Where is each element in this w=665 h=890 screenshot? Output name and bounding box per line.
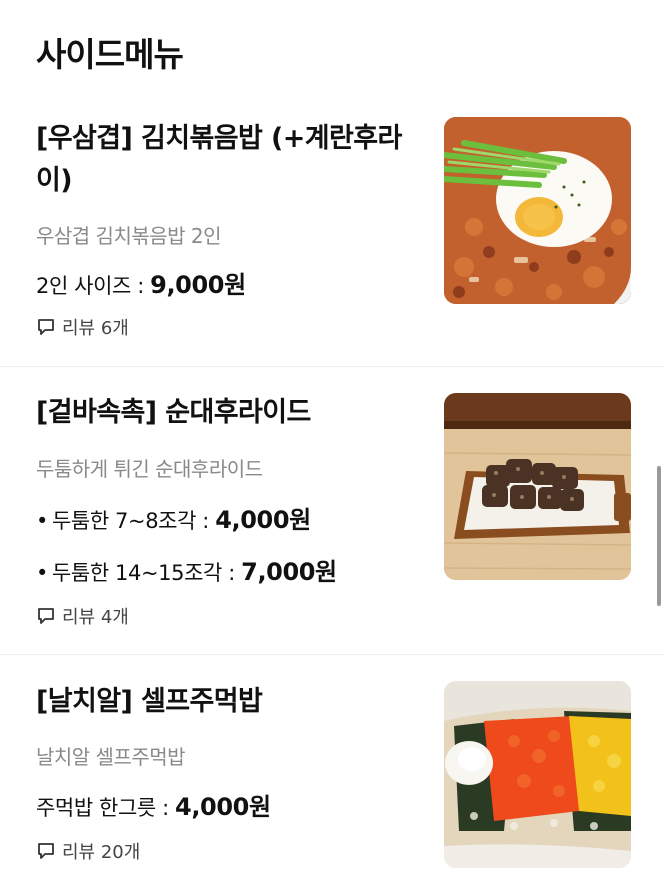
kimchi-fried-rice-photo bbox=[444, 117, 631, 304]
item-name-line2: 이) bbox=[36, 165, 73, 196]
price-amount: 9,000원 bbox=[150, 271, 246, 299]
item-description: 날치알 셀프주먹밥 bbox=[36, 745, 186, 769]
review-count[interactable]: 리뷰 20개 bbox=[36, 838, 140, 864]
comment-icon bbox=[38, 843, 54, 859]
review-count[interactable]: 리뷰 4개 bbox=[36, 603, 129, 629]
review-count[interactable]: 리뷰 6개 bbox=[36, 314, 129, 340]
item-name: [우삼겹] 김치볶음밥 (+계란후라 이) bbox=[36, 118, 402, 202]
bullet: • bbox=[36, 561, 48, 585]
price-option: 2인 사이즈 : 9,000원 bbox=[36, 265, 246, 300]
price-amount: 4,000원 bbox=[175, 793, 271, 821]
price-amount: 4,000원 bbox=[215, 506, 311, 534]
scrollbar[interactable] bbox=[657, 466, 661, 606]
price-option: • 두툼한 14~15조각 : 7,000원 bbox=[36, 552, 337, 587]
bullet: • bbox=[36, 509, 48, 533]
comment-icon bbox=[38, 319, 54, 335]
section-title: 사이드메뉴 bbox=[36, 35, 184, 74]
item-description: 우삼겹 김치볶음밥 2인 bbox=[36, 224, 222, 248]
price-label: 두툼한 7~8조각 : bbox=[52, 509, 216, 533]
divider bbox=[0, 654, 665, 655]
comment-icon bbox=[38, 608, 54, 624]
item-name: [날치알] 셀프주먹밥 bbox=[36, 686, 263, 717]
price-label: 2인 사이즈 : bbox=[36, 274, 151, 298]
price-label: 두툼한 14~15조각 : bbox=[52, 561, 242, 585]
review-label: 리뷰 20개 bbox=[62, 842, 141, 863]
item-description: 두툼하게 튀긴 순대후라이드 bbox=[36, 457, 263, 481]
review-label: 리뷰 6개 bbox=[62, 318, 129, 339]
divider bbox=[0, 366, 665, 367]
price-label: 주먹밥 한그릇 : bbox=[36, 796, 176, 820]
rice-ball-photo bbox=[444, 681, 631, 868]
price-option: • 두툼한 7~8조각 : 4,000원 bbox=[36, 500, 311, 535]
fried-sundae-photo bbox=[444, 393, 631, 580]
item-name-line1: [우삼겹] 김치볶음밥 (+계란후라 bbox=[36, 123, 402, 154]
review-label: 리뷰 4개 bbox=[62, 607, 129, 628]
price-option: 주먹밥 한그릇 : 4,000원 bbox=[36, 787, 271, 822]
item-name: [겉바속촉] 순대후라이드 bbox=[36, 397, 311, 428]
price-amount: 7,000원 bbox=[241, 558, 337, 586]
